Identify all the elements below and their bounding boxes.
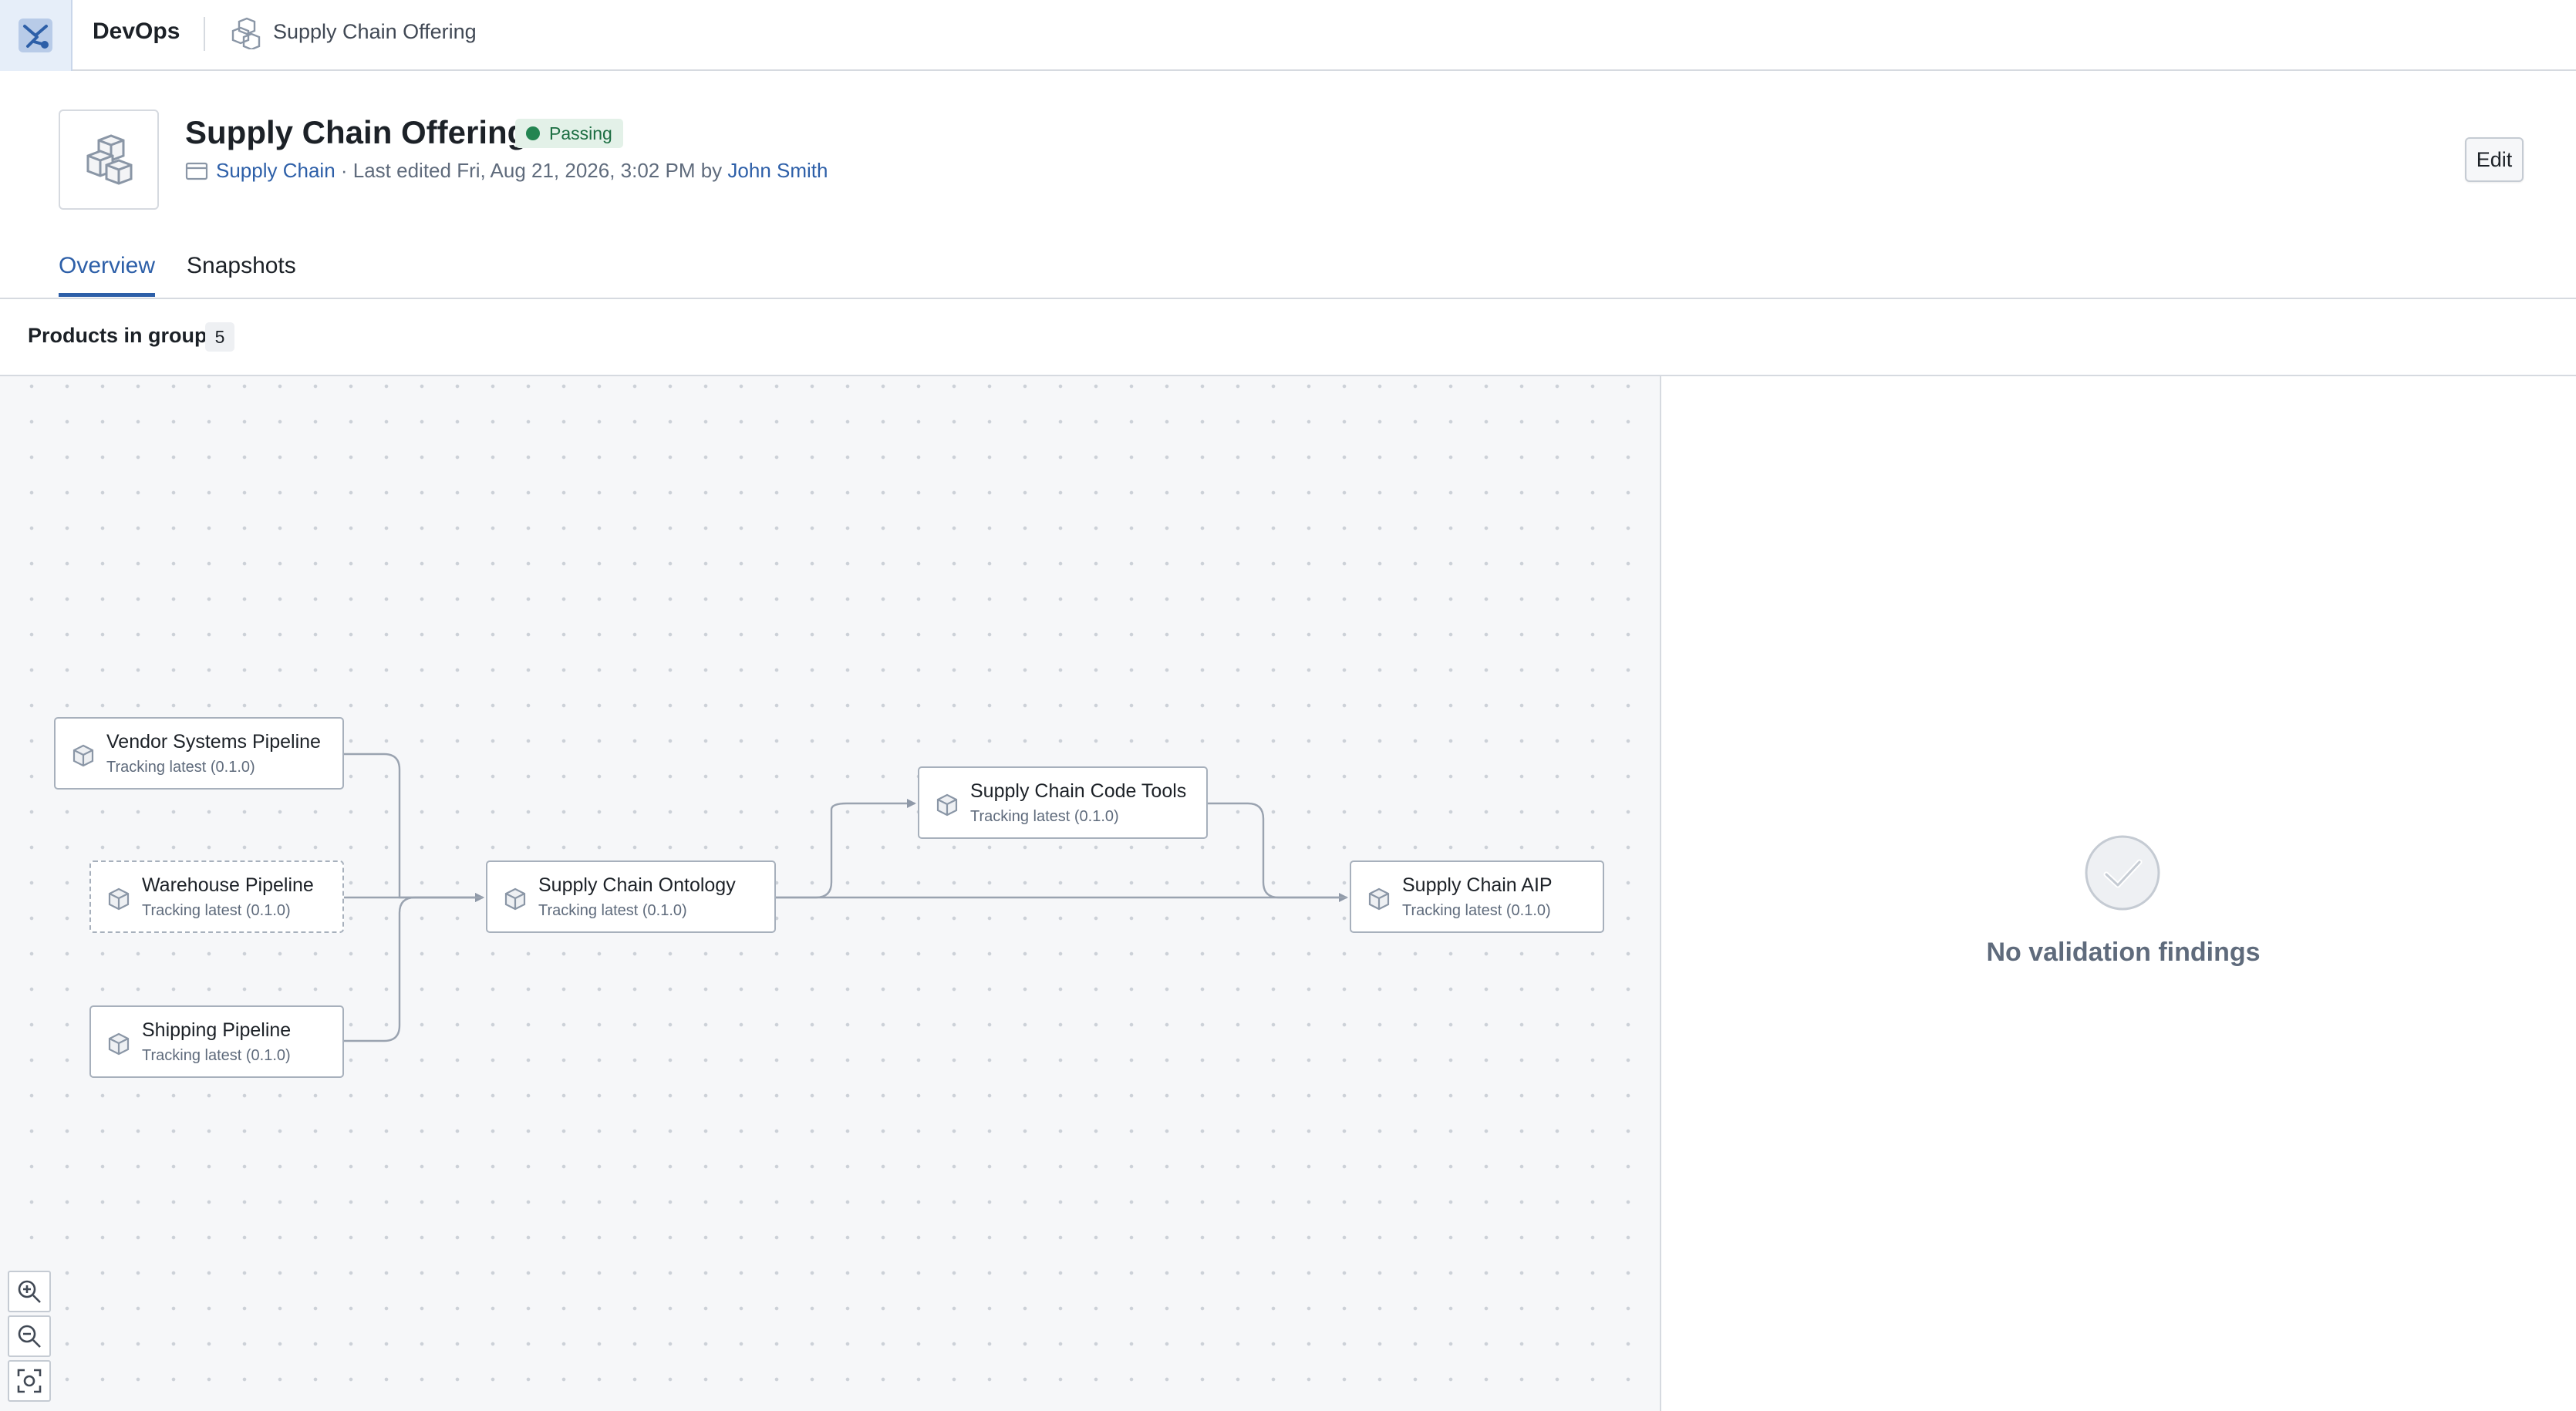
node-title: Supply Chain Code Tools: [970, 780, 1187, 802]
zoom-controls: [8, 1271, 54, 1405]
products-section-header: Products in group 5: [0, 299, 2576, 376]
edge-vendor-ontology: [342, 753, 484, 902]
node-title: Shipping Pipeline: [142, 1019, 292, 1041]
devops-logo-icon[interactable]: [0, 0, 72, 71]
author-link[interactable]: John Smith: [727, 159, 828, 183]
product-group-icon: [59, 109, 159, 210]
section-label: Products in group: [28, 324, 207, 347]
tab-bar: Overview Snapshots: [0, 231, 2576, 299]
product-cubes-icon: [228, 17, 261, 53]
zoom-in-icon[interactable]: [8, 1271, 51, 1312]
validation-findings-panel: No validation findings: [1661, 376, 2576, 1411]
node-title: Supply Chain Ontology: [538, 874, 736, 896]
no-findings-message: No validation findings: [1986, 938, 2261, 967]
last-edited-text: · Last edited Fri, Aug 21, 2026, 3:02 PM…: [335, 159, 728, 182]
zoom-out-icon[interactable]: [8, 1315, 51, 1357]
product-cube-icon: [106, 1032, 131, 1060]
fit-to-screen-icon[interactable]: [8, 1360, 51, 1402]
count-badge: 5: [205, 322, 234, 352]
edge-ontology-codetools: [774, 799, 916, 899]
graph-node-shipping-pipeline[interactable]: Shipping Pipeline Tracking latest (0.1.0…: [89, 1005, 344, 1078]
edge-codetools-aip: [1206, 802, 1347, 899]
breadcrumb[interactable]: Supply Chain Offering: [273, 20, 477, 44]
node-subtitle: Tracking latest (0.1.0): [1402, 902, 1551, 919]
folder-link[interactable]: Supply Chain: [216, 159, 335, 183]
status-badge: Passing: [515, 119, 623, 148]
node-title: Warehouse Pipeline: [142, 874, 314, 896]
product-cube-icon: [106, 887, 131, 915]
node-subtitle: Tracking latest (0.1.0): [970, 808, 1119, 825]
graph-node-supply-chain-code-tools[interactable]: Supply Chain Code Tools Tracking latest …: [918, 766, 1208, 839]
product-graph-canvas[interactable]: Vendor Systems Pipeline Tracking latest …: [0, 376, 1661, 1411]
edit-button[interactable]: Edit: [2465, 137, 2524, 182]
node-subtitle: Tracking latest (0.1.0): [142, 902, 291, 919]
graph-node-vendor-systems-pipeline[interactable]: Vendor Systems Pipeline Tracking latest …: [54, 717, 344, 790]
tab-overview[interactable]: Overview: [59, 253, 156, 297]
divider: [204, 17, 205, 51]
page-title: Supply Chain Offering: [185, 114, 528, 150]
folder-icon: [185, 161, 208, 181]
app-name[interactable]: DevOps: [93, 19, 180, 45]
node-title: Vendor Systems Pipeline: [106, 731, 321, 753]
meta-line: Supply Chain · Last edited Fri, Aug 21, …: [185, 159, 828, 183]
node-subtitle: Tracking latest (0.1.0): [106, 759, 255, 776]
status-dot-icon: [526, 126, 540, 140]
node-title: Supply Chain AIP: [1402, 874, 1553, 896]
top-bar: DevOps Supply Chain Offering: [0, 0, 2576, 71]
node-subtitle: Tracking latest (0.1.0): [538, 902, 687, 919]
edge-shipping-ontology: [342, 896, 483, 1042]
product-cube-icon: [935, 793, 959, 821]
status-text: Passing: [549, 123, 612, 143]
product-cube-icon: [503, 887, 528, 915]
product-cube-icon: [71, 743, 96, 772]
product-cube-icon: [1367, 887, 1391, 915]
graph-node-supply-chain-ontology[interactable]: Supply Chain Ontology Tracking latest (0…: [486, 860, 776, 933]
check-circle-icon: [2084, 834, 2161, 915]
graph-node-warehouse-pipeline[interactable]: Warehouse Pipeline Tracking latest (0.1.…: [89, 860, 344, 933]
tab-snapshots[interactable]: Snapshots: [187, 253, 296, 293]
node-subtitle: Tracking latest (0.1.0): [142, 1047, 291, 1064]
graph-node-supply-chain-aip[interactable]: Supply Chain AIP Tracking latest (0.1.0): [1350, 860, 1604, 933]
